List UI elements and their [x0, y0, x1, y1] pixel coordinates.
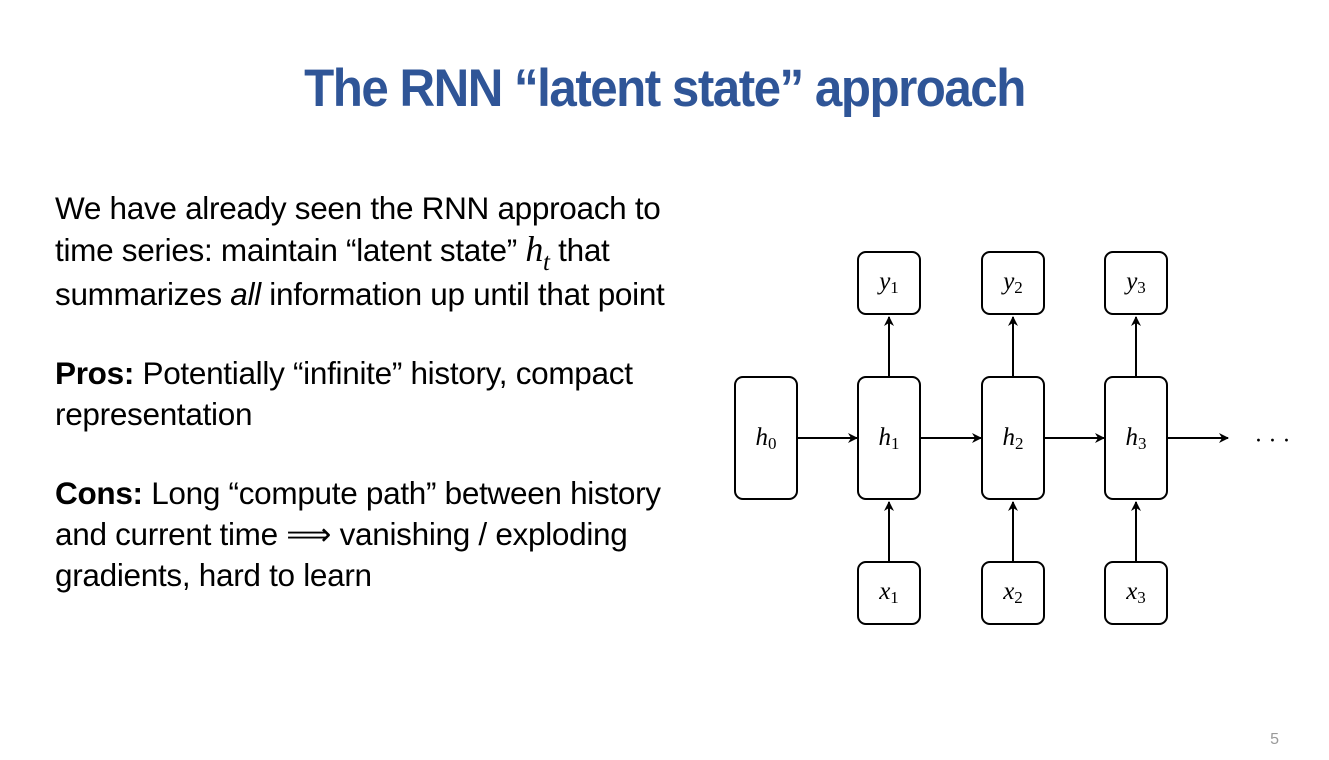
pros-paragraph: Pros: Potentially “infinite” history, co…	[55, 353, 695, 435]
page-number: 5	[1270, 731, 1279, 748]
cons-label: Cons:	[55, 475, 143, 511]
intro-emphasis: all	[230, 276, 261, 312]
body-text: We have already seen the RNN approach to…	[55, 188, 695, 596]
cons-paragraph: Cons: Long “compute path” between histor…	[55, 473, 695, 596]
intro-text-end: information up until that point	[260, 276, 665, 312]
continuation-dots: · · ·	[1255, 429, 1290, 454]
implies-arrow: ⟹	[286, 516, 332, 552]
slide-title: The RNN “latent state” approach	[304, 59, 1026, 118]
rnn-diagram: h0y1h1x1y2h2x2y3h3x3· · ·	[734, 251, 1290, 625]
latent-state-subscript: t	[543, 249, 550, 276]
pros-label: Pros:	[55, 355, 135, 391]
intro-paragraph: We have already seen the RNN approach to…	[55, 188, 695, 315]
pros-text: Potentially “infinite” history, compact …	[55, 355, 633, 432]
latent-state-symbol: h	[525, 229, 544, 269]
